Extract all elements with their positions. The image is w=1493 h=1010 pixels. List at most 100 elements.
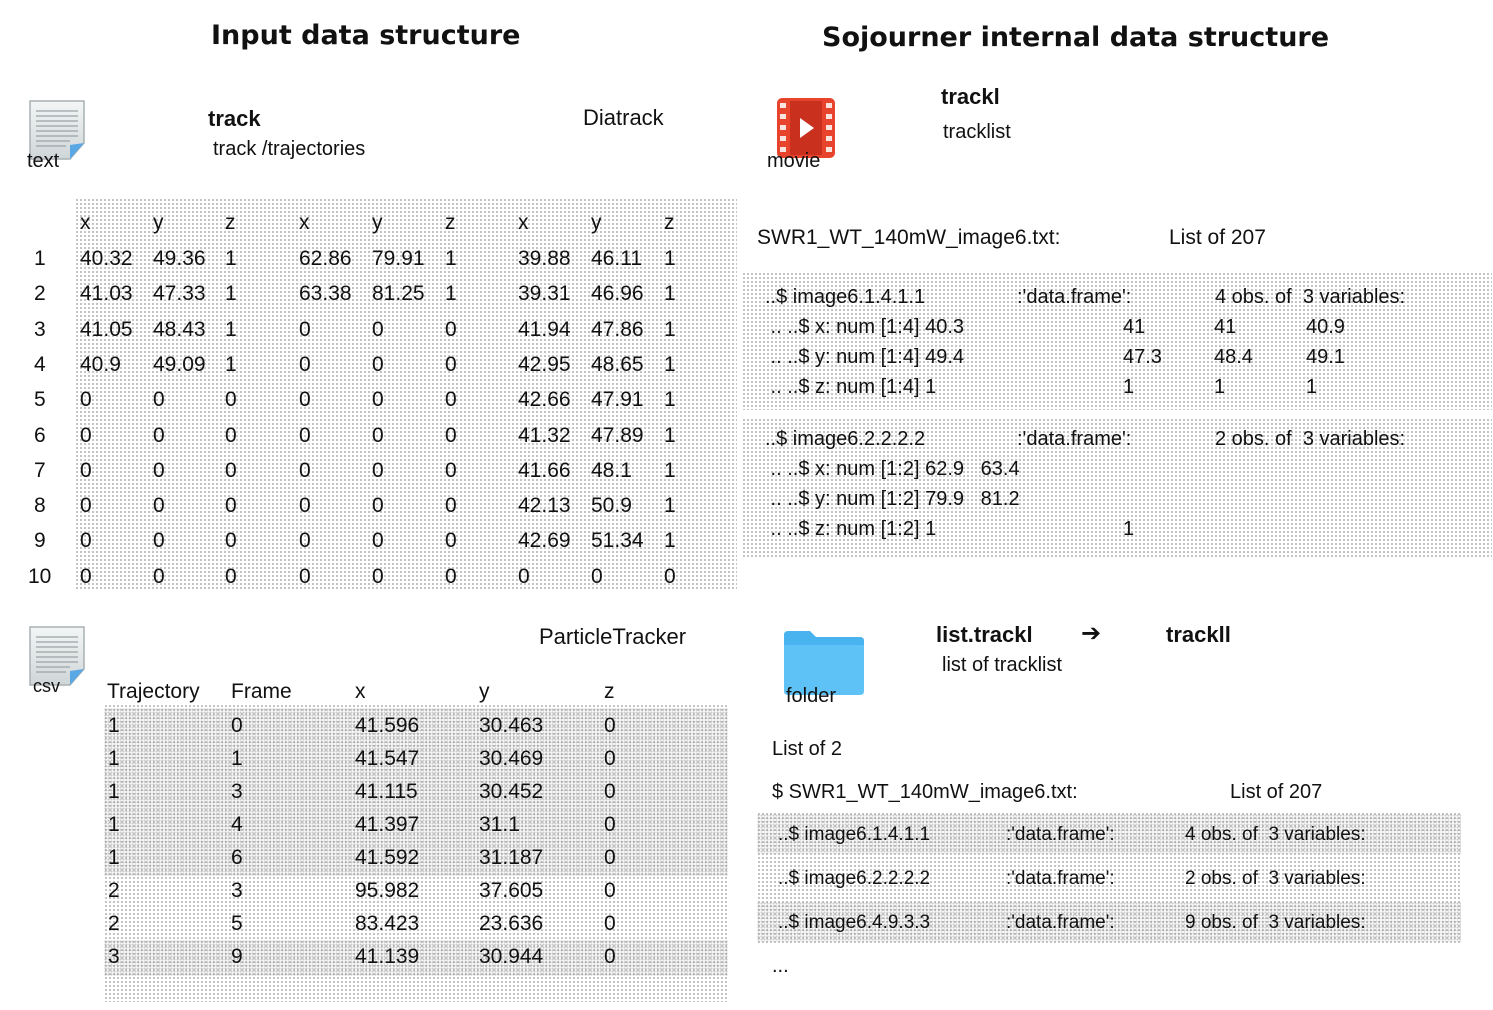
diatrack-cell: 1 [664, 282, 676, 306]
diatrack-cell: 48.1 [591, 458, 632, 482]
folder-icon-label: folder [786, 685, 837, 707]
trackl-value: 48.4 [1214, 346, 1253, 368]
trackll-entry-type: :'data.frame': [1006, 868, 1115, 889]
diatrack-cell: 1 [225, 317, 237, 341]
diatrack-cell: 0 [445, 564, 457, 588]
diatrack-cell: 79.91 [372, 247, 425, 270]
diatrack-row-index: 2 [34, 282, 46, 306]
movie-icon-label: movie [767, 150, 821, 172]
pt-cell: 83.423 [355, 912, 420, 935]
pt-cell: 0 [231, 714, 243, 737]
diatrack-cell: 39.88 [518, 247, 571, 270]
text-icon-label: text [27, 150, 60, 172]
pt-cell: 0 [604, 912, 616, 935]
trackl-value: .. ..$ y: num [1:2] 79.9 81.2 [765, 488, 1020, 510]
diatrack-header-cell: y [591, 211, 602, 234]
diatrack-row-index: 7 [34, 458, 46, 482]
trackl-value: .. ..$ x: num [1:4] 40.3 [765, 316, 964, 338]
trackl-value: 1 [1123, 518, 1135, 540]
diatrack-cell: 0 [153, 423, 165, 447]
trackll-entry-dims: 2 obs. of 3 variables: [1185, 868, 1366, 889]
diatrack-cell: 0 [299, 529, 311, 553]
diatrack-cell: 42.66 [518, 388, 571, 412]
trackl-entry-type: :'data.frame': [1017, 286, 1132, 308]
pt-cell: 1 [108, 714, 120, 737]
diatrack-cell: 49.36 [153, 247, 206, 270]
csv-icon-label: csv [33, 676, 60, 696]
diatrack-cell: 0 [372, 529, 384, 553]
diatrack-cell: 0 [153, 564, 165, 588]
diatrack-header-cell: x [80, 211, 91, 234]
diatrack-cell: 0 [225, 529, 237, 553]
diatrack-cell: 0 [445, 529, 457, 553]
diatrack-cell: 47.33 [153, 282, 206, 306]
trackll-file-list-of: List of 207 [1230, 781, 1323, 803]
particletracker-format-label: ParticleTracker [539, 624, 687, 649]
diatrack-header-cell: x [299, 211, 310, 234]
diatrack-cell: 0 [80, 494, 92, 518]
diatrack-cell: 0 [372, 494, 384, 518]
trackl-list-of: List of 207 [1169, 226, 1266, 249]
track-label: track [208, 106, 261, 131]
diatrack-cell: 41.05 [80, 317, 133, 341]
pt-cell: 31.1 [479, 813, 520, 836]
trackll-entry-name: ..$ image6.4.9.3.3 [778, 912, 931, 933]
diatrack-cell: 1 [664, 317, 676, 341]
diatrack-cell: 0 [225, 388, 237, 412]
diatrack-cell: 1 [445, 247, 457, 270]
trackl-value: 41 [1214, 316, 1237, 338]
diatrack-cell: 1 [225, 247, 237, 270]
pt-cell: 1 [108, 813, 120, 836]
diatrack-cell: 42.13 [518, 494, 571, 518]
pt-cell: 0 [604, 747, 616, 770]
diatrack-cell: 1 [664, 352, 676, 376]
diatrack-cell: 42.95 [518, 352, 571, 376]
diatrack-cell: 81.25 [372, 282, 425, 306]
pt-cell: 3 [231, 780, 243, 803]
diatrack-cell: 0 [153, 458, 165, 482]
diatrack-cell: 0 [445, 458, 457, 482]
diatrack-cell: 0 [80, 529, 92, 553]
pt-cell: 4 [231, 813, 243, 836]
diatrack-cell: 41.32 [518, 423, 571, 447]
trackll-entry-name: ..$ image6.2.2.2.2 [778, 868, 931, 889]
trackll-entry-type: :'data.frame': [1006, 824, 1115, 845]
diatrack-row-index: 6 [34, 423, 46, 447]
trackl-file-name: SWR1_WT_140mW_image6.txt: [757, 226, 1061, 249]
trackl-value: 1 [1306, 376, 1318, 398]
diatrack-cell: 0 [299, 564, 311, 588]
diatrack-cell: 0 [299, 423, 311, 447]
diatrack-cell: 47.86 [591, 317, 644, 341]
diatrack-cell: 40.32 [80, 247, 133, 270]
diatrack-cell: 1 [664, 494, 676, 518]
diatrack-cell: 0 [80, 458, 92, 482]
diatrack-cell: 0 [445, 317, 457, 341]
trackl-entry-type: :'data.frame': [1017, 428, 1132, 450]
trackl-value: 47.3 [1123, 346, 1162, 368]
diatrack-cell: 1 [664, 388, 676, 412]
trackl-value: .. ..$ y: num [1:4] 49.4 [765, 346, 964, 368]
trackll-entry-dims: 9 obs. of 3 variables: [1185, 912, 1366, 933]
diatrack-cell: 1 [664, 247, 676, 270]
diatrack-row-index: 10 [28, 564, 52, 588]
diatrack-cell: 41.03 [80, 282, 133, 306]
trackll-list-of: List of 2 [772, 738, 843, 760]
diatrack-cell: 48.65 [591, 352, 644, 376]
diatrack-row-index: 9 [34, 529, 46, 553]
pt-cell: 41.115 [355, 780, 418, 803]
diatrack-header-cell: z [225, 211, 236, 234]
diatrack-row-index: 4 [34, 352, 46, 376]
pt-cell: 41.592 [355, 846, 420, 869]
diatrack-cell: 0 [372, 458, 384, 482]
list-of-tracklist-label: list of tracklist [942, 654, 1063, 676]
diatrack-cell: 49.09 [153, 352, 206, 376]
trackl-entry-dims: 4 obs. of 3 variables: [1215, 286, 1406, 308]
diatrack-cell: 1 [664, 458, 676, 482]
diatrack-cell: 50.9 [591, 494, 632, 518]
pt-cell: 41.547 [355, 747, 420, 770]
diatrack-cell: 39.31 [518, 282, 571, 306]
diatrack-header-cell: z [664, 211, 675, 234]
pt-cell: 0 [604, 945, 616, 968]
diatrack-cell: 47.91 [591, 388, 644, 412]
pt-cell: 1 [108, 747, 120, 770]
